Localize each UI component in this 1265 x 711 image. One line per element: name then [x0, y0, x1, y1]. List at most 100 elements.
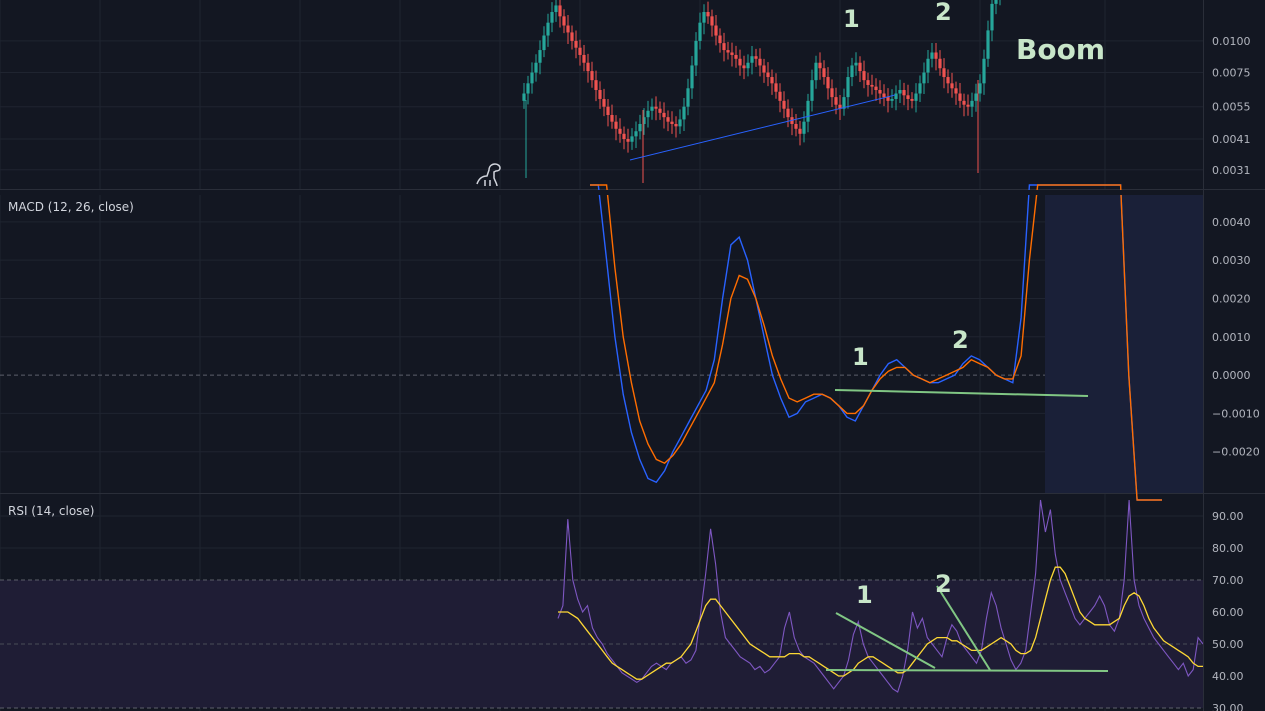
candle-body[interactable] [782, 100, 786, 109]
candle-body[interactable] [798, 128, 802, 134]
candle-body[interactable] [850, 65, 854, 78]
candle-body[interactable] [638, 123, 642, 132]
candle-body[interactable] [886, 97, 890, 101]
candle-body[interactable] [674, 123, 678, 127]
candle-body[interactable] [634, 131, 638, 137]
candle-body[interactable] [906, 95, 910, 99]
candle-body[interactable] [786, 108, 790, 118]
candle-body[interactable] [670, 121, 674, 124]
candle-body[interactable] [542, 35, 546, 51]
candle-body[interactable] [946, 77, 950, 84]
candle-body[interactable] [818, 62, 822, 69]
candle-body[interactable] [550, 12, 554, 23]
candle-body[interactable] [538, 50, 542, 63]
candle-body[interactable] [530, 72, 534, 84]
candle-body[interactable] [934, 52, 938, 59]
candle-body[interactable] [722, 43, 726, 51]
candle-body[interactable] [810, 80, 814, 101]
candle-body[interactable] [606, 106, 610, 116]
candle-body[interactable] [774, 83, 778, 92]
candle-body[interactable] [770, 77, 774, 84]
candle-body[interactable] [742, 65, 746, 69]
candle-body[interactable] [598, 90, 602, 99]
candle-body[interactable] [726, 50, 730, 53]
candle-body[interactable] [622, 133, 626, 140]
candle-body[interactable] [574, 40, 578, 48]
candle-body[interactable] [734, 54, 738, 59]
candle-body[interactable] [578, 47, 582, 55]
candle-body[interactable] [658, 108, 662, 113]
candle-body[interactable] [590, 71, 594, 81]
candle-body[interactable] [862, 71, 866, 81]
candle-body[interactable] [738, 58, 742, 66]
candle-body[interactable] [990, 3, 994, 31]
candle-body[interactable] [766, 72, 770, 78]
candle-body[interactable] [626, 139, 630, 142]
candle-body[interactable] [694, 40, 698, 66]
candle-body[interactable] [958, 93, 962, 101]
candle-body[interactable] [682, 106, 686, 120]
candle-body[interactable] [930, 52, 934, 59]
candle-body[interactable] [826, 77, 830, 89]
candle-body[interactable] [890, 98, 894, 101]
candle-body[interactable] [698, 22, 702, 41]
candle-body[interactable] [654, 106, 658, 109]
candle-body[interactable] [614, 121, 618, 129]
candle-body[interactable] [982, 58, 986, 84]
candle-body[interactable] [802, 121, 806, 134]
rsi-support-line[interactable] [825, 669, 1109, 672]
candle-body[interactable] [730, 52, 734, 55]
candle-body[interactable] [834, 97, 838, 105]
candle-body[interactable] [870, 84, 874, 87]
candle-body[interactable] [938, 58, 942, 69]
chart-canvas[interactable]: 0.0100 0.0075 0.0055 0.0041 0.0031 0.0040 0.00… [0, 0, 1265, 711]
candle-body[interactable] [910, 98, 914, 101]
candle-body[interactable] [686, 88, 690, 107]
candle-body[interactable] [846, 77, 850, 98]
candle-body[interactable] [902, 90, 906, 96]
candle-body[interactable] [650, 106, 654, 111]
candle-body[interactable] [718, 35, 722, 44]
candle-body[interactable] [710, 16, 714, 26]
candle-body[interactable] [562, 16, 566, 26]
candle-body[interactable] [814, 62, 818, 81]
candle-body[interactable] [558, 5, 562, 17]
candle-body[interactable] [854, 62, 858, 66]
candle-body[interactable] [778, 91, 782, 101]
candle-body[interactable] [706, 12, 710, 17]
candle-body[interactable] [978, 83, 982, 94]
candle-body[interactable] [582, 54, 586, 63]
candle-body[interactable] [522, 93, 526, 101]
candle-body[interactable] [858, 62, 862, 72]
candle-body[interactable] [822, 68, 826, 78]
candle-body[interactable] [986, 30, 990, 59]
candle-body[interactable] [894, 93, 898, 99]
candle-body[interactable] [678, 119, 682, 127]
candle-body[interactable] [806, 100, 810, 122]
candle-body[interactable] [954, 88, 958, 94]
candle-body[interactable] [914, 93, 918, 101]
candle-body[interactable] [534, 62, 538, 73]
candle-body[interactable] [554, 5, 558, 13]
candle-body[interactable] [630, 136, 634, 142]
candle-body[interactable] [966, 104, 970, 107]
candle-body[interactable] [750, 56, 754, 63]
candle-body[interactable] [610, 115, 614, 122]
candle-body[interactable] [702, 12, 706, 23]
candle-body[interactable] [974, 93, 978, 101]
candle-body[interactable] [762, 65, 766, 73]
candle-body[interactable] [714, 25, 718, 36]
candle-body[interactable] [662, 112, 666, 118]
candle-body[interactable] [926, 58, 930, 73]
candle-body[interactable] [994, 0, 998, 4]
candle-body[interactable] [922, 72, 926, 84]
candle-body[interactable] [566, 25, 570, 33]
candle-body[interactable] [962, 100, 966, 105]
candle-body[interactable] [970, 100, 974, 107]
candle-body[interactable] [594, 80, 598, 91]
candle-body[interactable] [690, 65, 694, 89]
candle-body[interactable] [950, 83, 954, 89]
candle-body[interactable] [618, 128, 622, 134]
candle-body[interactable] [754, 56, 758, 59]
candle-body[interactable] [602, 98, 606, 107]
